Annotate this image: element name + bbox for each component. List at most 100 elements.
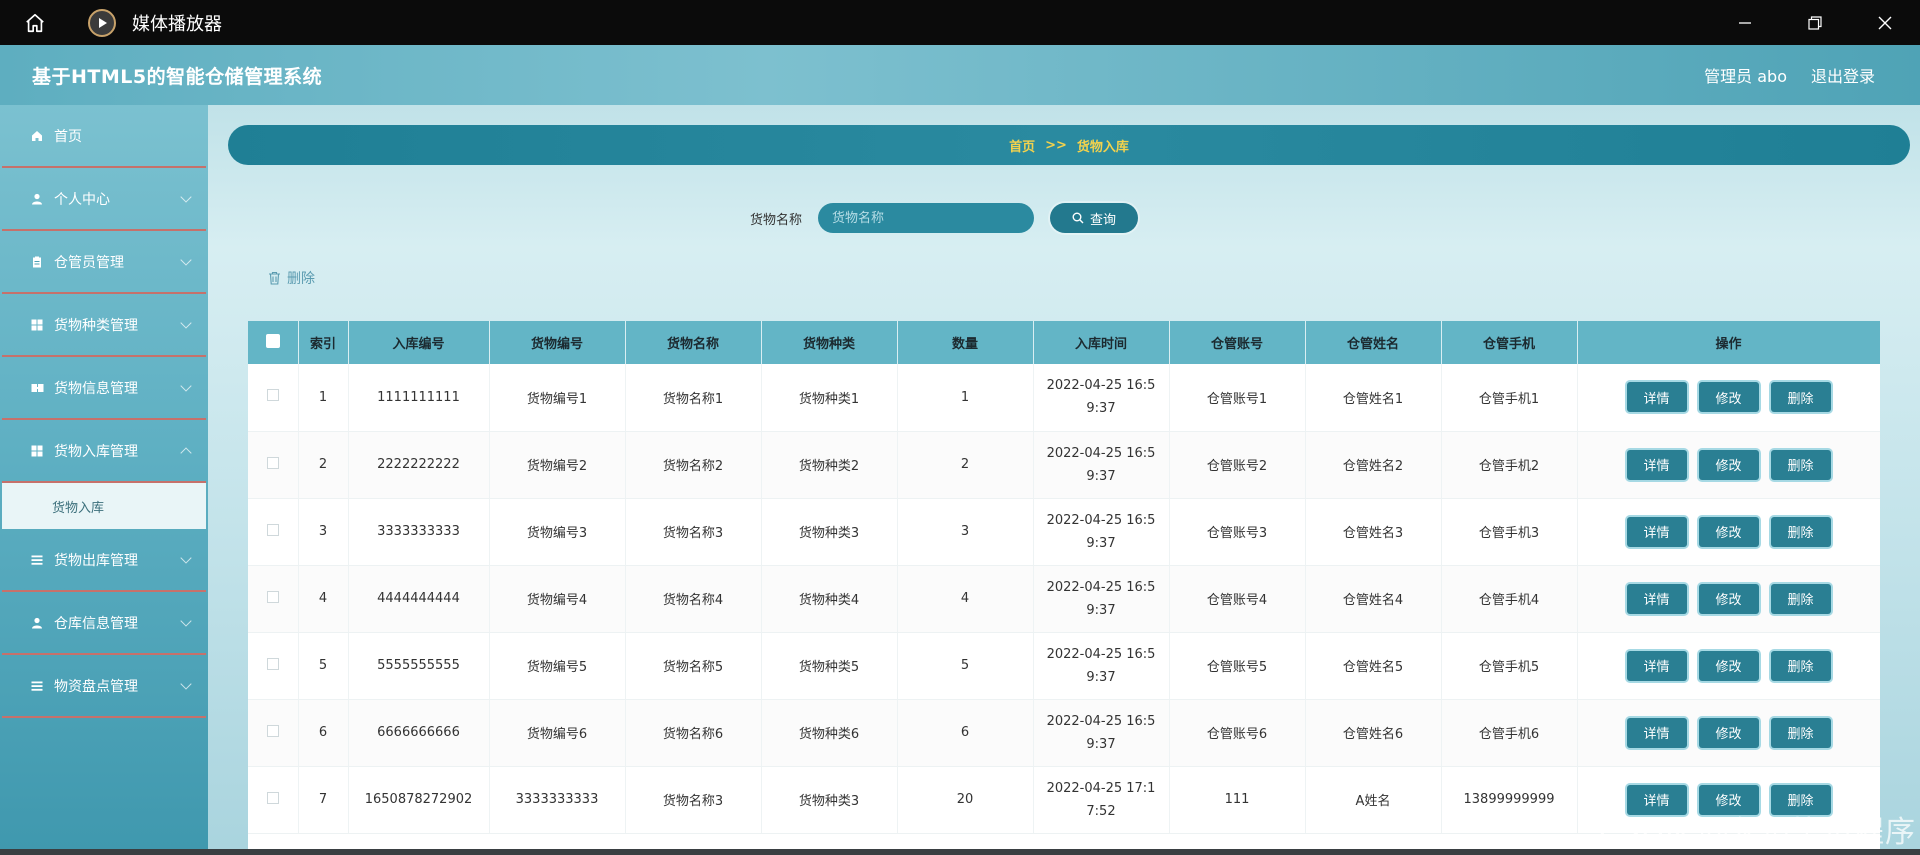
cell-keeper-phone: 13899999999 [1441,766,1578,834]
edit-button[interactable]: 修改 [1698,382,1759,413]
search-button-label: 查询 [1089,212,1116,228]
table-row[interactable]: 6 6666666666 货物编号6 货物名称6 货物种类6 6 2022-04… [248,699,1880,767]
row-checkbox[interactable] [266,389,279,402]
delete-button[interactable]: 删除 [1770,583,1831,614]
row-checkbox[interactable] [266,456,279,469]
delete-button[interactable]: 删除 [1770,449,1831,480]
list-icon [30,553,44,567]
edit-button[interactable]: 修改 [1698,717,1759,748]
table-row[interactable]: 1 1111111111 货物编号1 货物名称1 货物种类1 1 2022-04… [248,364,1880,432]
delete-button[interactable]: 删除 [1770,382,1831,413]
search-bar: 货物名称 查询 [88,201,1800,235]
row-checkbox[interactable] [266,590,279,603]
bulk-delete-button[interactable]: 删除 [268,268,315,288]
breadcrumb: 首页 >> 货物入库 [228,125,1910,165]
edit-button[interactable]: 修改 [1698,449,1759,480]
row-select-cell [248,364,299,432]
cell-keeper-account: 仓管账号2 [1169,431,1306,499]
user-icon [30,616,44,630]
user-label: 管理员 abo [1704,67,1787,86]
detail-button[interactable]: 详情 [1626,717,1687,748]
chevron-down-icon [180,317,192,329]
time-line-1: 2022-04-25 16:5 [1046,512,1156,528]
table-row[interactable]: 2 2222222222 货物编号2 货物名称2 货物种类2 2 2022-04… [248,431,1880,499]
time-line-2: 9:37 [1086,669,1116,685]
table-row[interactable]: 4 4444444444 货物编号4 货物名称4 货物种类4 4 2022-04… [248,565,1880,633]
column-header: 入库编号 [348,321,490,364]
cell-index: 1 [298,364,349,432]
detail-button[interactable]: 详情 [1626,382,1687,413]
detail-button[interactable]: 详情 [1626,650,1687,681]
column-header: 入库时间 [1033,321,1170,364]
cell-keeper-phone: 仓管手机2 [1441,431,1578,499]
cell-keeper-name: A姓名 [1305,766,1442,834]
cell-goods-type: 货物种类3 [761,766,898,834]
sidebar-item-label: 仓管员管理 [54,254,124,271]
sidebar-item-goods-in-manage[interactable]: 货物入库管理 [2,420,206,483]
detail-button[interactable]: 详情 [1626,516,1687,547]
close-button[interactable] [1850,0,1920,45]
column-header: 仓管账号 [1169,321,1306,364]
cell-keeper-account: 仓管账号1 [1169,364,1306,432]
cell-goods-name: 货物名称5 [625,632,762,700]
time-line-2: 9:37 [1086,736,1116,752]
time-line-1: 2022-04-25 16:5 [1046,579,1156,595]
cell-quantity: 5 [897,632,1034,700]
select-all-checkbox[interactable] [265,333,280,348]
cell-keeper-name: 仓管姓名2 [1305,431,1442,499]
table-row[interactable]: 5 5555555555 货物编号5 货物名称5 货物种类5 5 2022-04… [248,632,1880,700]
cell-index: 3 [298,498,349,566]
time-line-1: 2022-04-25 16:5 [1046,445,1156,461]
watermark: CSDN @永恒毕设程序 [1598,815,1916,850]
cell-goods-name: 货物名称6 [625,699,762,767]
cell-quantity: 1 [897,364,1034,432]
sidebar-item-home[interactable]: 首页 [2,105,206,168]
clipboard-icon [30,255,44,269]
cell-goods-type: 货物种类2 [761,431,898,499]
row-checkbox[interactable] [266,724,279,737]
window-titlebar: 媒体播放器 [0,0,1920,45]
edit-button[interactable]: 修改 [1698,650,1759,681]
grid-icon [30,444,44,458]
cell-ops: 详情 修改 删除 [1577,632,1880,700]
minimize-button[interactable] [1710,0,1780,45]
breadcrumb-home[interactable]: 首页 [1009,136,1035,155]
sidebar-item-keeper-manage[interactable]: 仓管员管理 [2,231,206,294]
sidebar-item-goods-info-manage[interactable]: 货物信息管理 [2,357,206,420]
search-button[interactable]: 查询 [1050,203,1138,233]
search-input[interactable] [818,203,1034,233]
edit-button[interactable]: 修改 [1698,583,1759,614]
row-checkbox[interactable] [266,657,279,670]
edit-button[interactable]: 修改 [1698,516,1759,547]
sidebar-subitem-goods-in[interactable]: 货物入库 [2,483,206,529]
cell-in-no: 6666666666 [348,699,490,767]
time-line-1: 2022-04-25 16:5 [1046,646,1156,662]
delete-button[interactable]: 删除 [1770,516,1831,547]
restore-button[interactable] [1780,0,1850,45]
cell-keeper-name: 仓管姓名4 [1305,565,1442,633]
sidebar-item-warehouse-info-manage[interactable]: 仓库信息管理 [2,592,206,655]
cell-goods-no: 货物编号3 [489,498,626,566]
sidebar-item-goods-type-manage[interactable]: 货物种类管理 [2,294,206,357]
detail-button[interactable]: 详情 [1626,449,1687,480]
cell-in-no: 1111111111 [348,364,490,432]
logout-link[interactable]: 退出登录 [1811,63,1875,87]
row-checkbox[interactable] [266,523,279,536]
column-header: 货物编号 [489,321,626,364]
taskbar-strip [0,849,1920,855]
cell-goods-type: 货物种类3 [761,498,898,566]
home-button[interactable] [0,0,70,45]
sidebar-item-goods-out-manage[interactable]: 货物出库管理 [2,529,206,592]
column-header: 仓管姓名 [1305,321,1442,364]
cell-quantity: 3 [897,498,1034,566]
row-checkbox[interactable] [266,791,279,804]
table-row[interactable]: 3 3333333333 货物编号3 货物名称3 货物种类3 3 2022-04… [248,498,1880,566]
cell-keeper-name: 仓管姓名5 [1305,632,1442,700]
cell-goods-name: 货物名称3 [625,766,762,834]
sidebar-item-inventory-check-manage[interactable]: 物资盘点管理 [2,655,206,718]
delete-button[interactable]: 删除 [1770,717,1831,748]
detail-button[interactable]: 详情 [1626,583,1687,614]
delete-button[interactable]: 删除 [1770,650,1831,681]
breadcrumb-current: 货物入库 [1076,139,1129,155]
bulk-delete-label: 删除 [287,271,315,287]
